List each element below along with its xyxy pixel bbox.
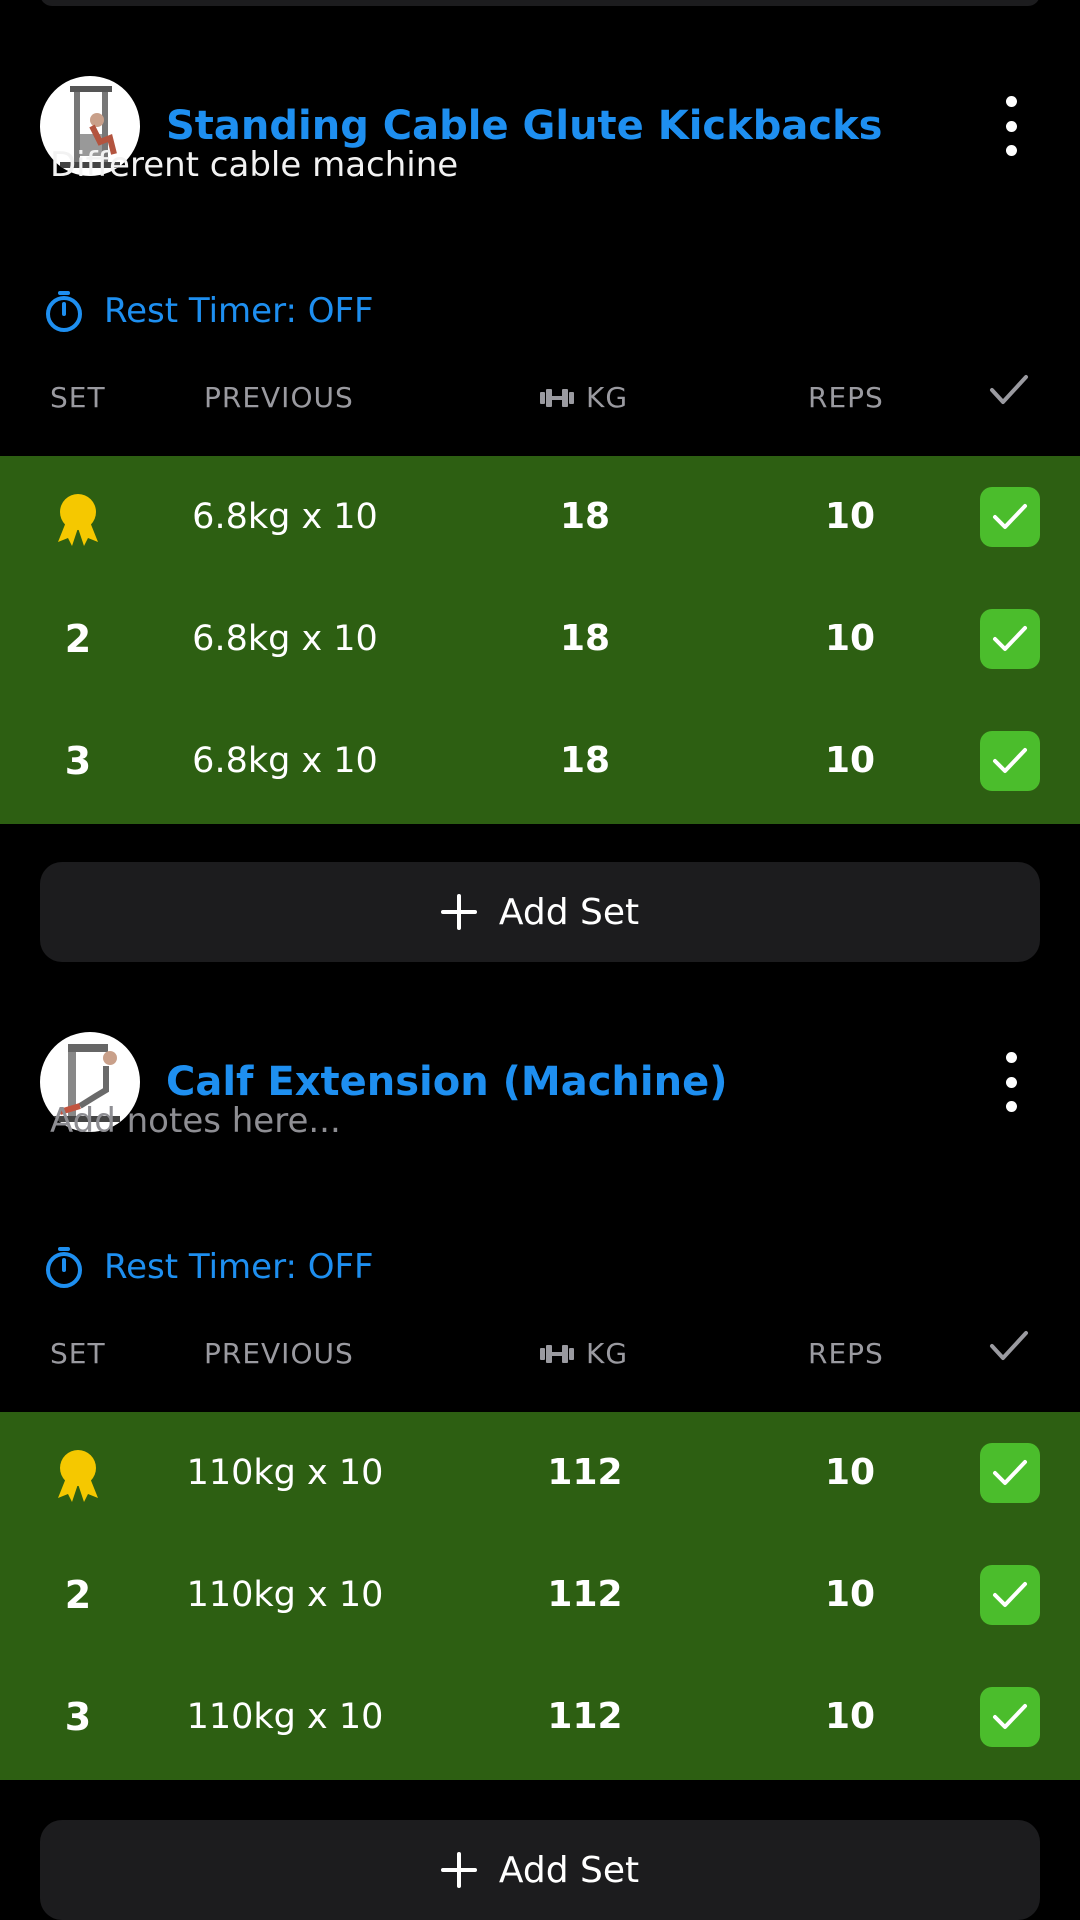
kg-input[interactable]: 18	[500, 456, 670, 578]
previous-value[interactable]: 6.8kg x 10	[150, 578, 420, 700]
stopwatch-icon	[46, 1247, 82, 1288]
dumbbell-icon	[540, 1345, 574, 1363]
set-number[interactable]: 3	[30, 700, 126, 822]
reps-input[interactable]: 10	[770, 1534, 930, 1656]
set-complete-checkbox[interactable]	[980, 731, 1040, 791]
kg-input[interactable]: 112	[500, 1534, 670, 1656]
reps-input[interactable]: 10	[770, 700, 930, 822]
set-complete-checkbox[interactable]	[980, 487, 1040, 547]
rest-timer-label: Rest Timer: OFF	[104, 291, 374, 331]
exercise-notes[interactable]: Different cable machine	[50, 142, 458, 188]
set-complete-checkbox[interactable]	[980, 1443, 1040, 1503]
kg-input[interactable]: 18	[500, 578, 670, 700]
column-previous: PREVIOUS	[204, 1337, 354, 1370]
set-number[interactable]: 2	[30, 1534, 126, 1656]
stopwatch-icon	[46, 291, 82, 332]
set-complete-checkbox[interactable]	[980, 1687, 1040, 1747]
column-kg-label: KG	[586, 381, 629, 414]
previous-card-edge	[40, 0, 1040, 6]
medal-icon[interactable]	[52, 492, 104, 550]
plus-icon	[440, 1852, 477, 1888]
kg-input[interactable]: 112	[500, 1412, 670, 1534]
kg-input[interactable]: 112	[500, 1656, 670, 1778]
set-complete-checkbox[interactable]	[980, 1565, 1040, 1625]
set-number[interactable]: 2	[30, 578, 126, 700]
kebab-icon[interactable]	[996, 96, 1026, 156]
previous-value[interactable]: 6.8kg x 10	[150, 456, 420, 578]
previous-value[interactable]: 110kg x 10	[150, 1412, 420, 1534]
set-row: 6.8kg x 10 18 10	[0, 456, 1080, 578]
reps-input[interactable]: 10	[770, 578, 930, 700]
exercise-card: Standing Cable Glute Kickbacks Different…	[0, 76, 1080, 976]
column-kg-label: KG	[586, 1337, 629, 1370]
set-row: 3 6.8kg x 10 18 10	[0, 700, 1080, 822]
reps-input[interactable]: 10	[770, 1656, 930, 1778]
check-icon	[990, 375, 1028, 404]
rest-timer-button[interactable]: Rest Timer: OFF	[44, 284, 374, 338]
column-reps: REPS	[808, 381, 884, 414]
dumbbell-icon	[540, 389, 574, 407]
set-number[interactable]: 3	[30, 1656, 126, 1778]
exercise-card: Calf Extension (Machine) Add notes here.…	[0, 1032, 1080, 1920]
column-set: SET	[50, 1337, 106, 1370]
add-set-label: Add Set	[498, 891, 640, 933]
column-reps: REPS	[808, 1337, 884, 1370]
column-done	[988, 1328, 1030, 1376]
column-kg: KG	[538, 1330, 628, 1378]
medal-icon[interactable]	[52, 1448, 104, 1506]
previous-value[interactable]: 110kg x 10	[150, 1534, 420, 1656]
add-set-button[interactable]: Add Set	[40, 1820, 1040, 1920]
add-set-label: Add Set	[498, 1849, 640, 1891]
rest-timer-button[interactable]: Rest Timer: OFF	[44, 1240, 374, 1294]
add-set-button[interactable]: Add Set	[40, 862, 1040, 962]
set-row: 2 110kg x 10 112 10	[0, 1534, 1080, 1656]
plus-icon	[440, 894, 477, 930]
previous-value[interactable]: 110kg x 10	[150, 1656, 420, 1778]
sets-table: 110kg x 10 112 10 2 110kg x 10 112 10 3 …	[0, 1412, 1080, 1780]
set-row: 3 110kg x 10 112 10	[0, 1656, 1080, 1778]
column-kg: KG	[538, 374, 628, 422]
set-complete-checkbox[interactable]	[980, 609, 1040, 669]
exercise-notes-placeholder[interactable]: Add notes here...	[50, 1098, 341, 1144]
workout-screen: Standing Cable Glute Kickbacks Different…	[0, 0, 1080, 1920]
set-row: 2 6.8kg x 10 18 10	[0, 578, 1080, 700]
rest-timer-label: Rest Timer: OFF	[104, 1247, 374, 1287]
set-row: 110kg x 10 112 10	[0, 1412, 1080, 1534]
column-done	[988, 372, 1030, 420]
previous-value[interactable]: 6.8kg x 10	[150, 700, 420, 822]
check-icon	[990, 1331, 1028, 1360]
kebab-icon[interactable]	[996, 1052, 1026, 1112]
reps-input[interactable]: 10	[770, 456, 930, 578]
column-previous: PREVIOUS	[204, 381, 354, 414]
column-set: SET	[50, 381, 106, 414]
reps-input[interactable]: 10	[770, 1412, 930, 1534]
sets-table: 6.8kg x 10 18 10 2 6.8kg x 10 18 10 3 6.…	[0, 456, 1080, 824]
kg-input[interactable]: 18	[500, 700, 670, 822]
